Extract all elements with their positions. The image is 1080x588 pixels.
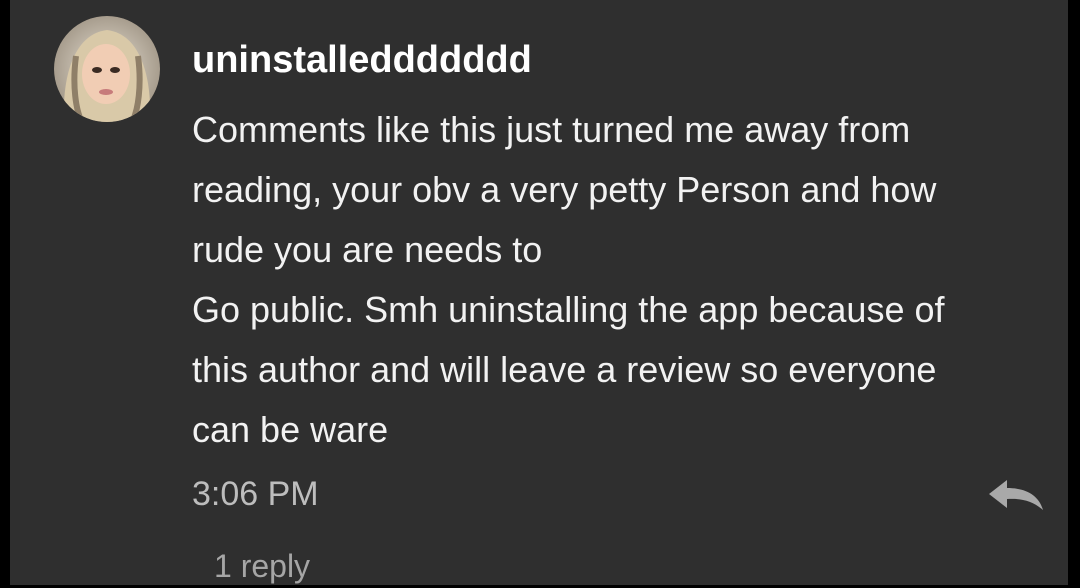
avatar-photo xyxy=(54,16,160,122)
comment-timestamp: 3:06 PM xyxy=(192,475,319,513)
view-replies-link[interactable]: 1 reply xyxy=(214,544,310,588)
comment-line: this author and will leave a review so e… xyxy=(192,349,937,390)
comment-body: Comments like this just turned me away f… xyxy=(192,100,1062,460)
comment-line: Comments like this just turned me away f… xyxy=(192,109,911,150)
comment-card: uninstalleddddddd Comments like this jus… xyxy=(10,0,1068,585)
reply-arrow-icon[interactable] xyxy=(985,476,1047,512)
comment-line: rude you are needs to xyxy=(192,229,543,270)
comment-line: reading, your obv a very petty Person an… xyxy=(192,169,937,210)
comment-line: Go public. Smh uninstalling the app beca… xyxy=(192,289,945,330)
comment-line: can be ware xyxy=(192,409,389,450)
comment-username[interactable]: uninstalleddddddd xyxy=(192,36,532,84)
avatar[interactable] xyxy=(54,16,160,122)
